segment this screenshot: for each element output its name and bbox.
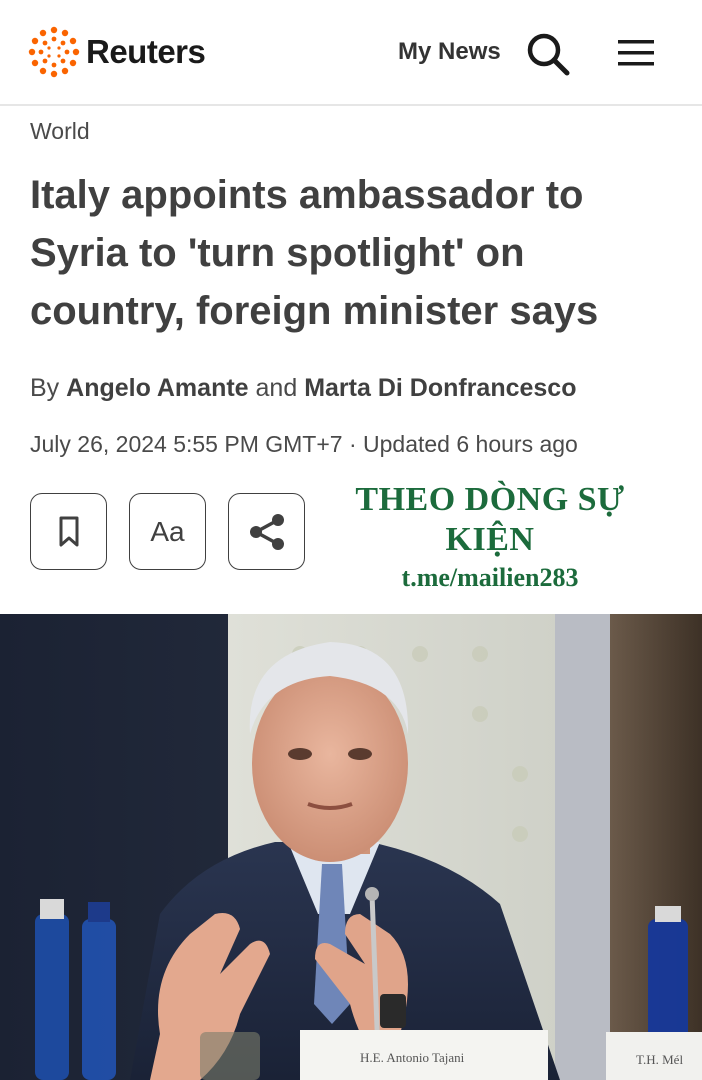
watermark-line-2: t.me/mailien283 (401, 563, 579, 592)
byline-conjunction: and (255, 374, 298, 402)
nameplate-left-text: H.E. Antonio Tajani (360, 1050, 465, 1065)
share-button[interactable] (228, 493, 305, 570)
section-link-world[interactable]: World (30, 118, 90, 145)
author-link-1[interactable]: Angelo Amante (66, 374, 248, 402)
site-header: Reuters My News (0, 0, 702, 106)
search-icon[interactable] (524, 30, 572, 78)
my-news-link[interactable]: My News (398, 38, 501, 66)
article-photo: H.E. Antonio Tajani T.H. Mél (0, 614, 702, 1080)
watermark-line-1: THEO DÒNG SỰ KIỆN (355, 481, 625, 558)
author-link-2[interactable]: Marta Di Donfrancesco (304, 374, 576, 402)
nameplate-right-text: T.H. Mél (636, 1052, 683, 1067)
publish-date: July 26, 2024 5:55 PM GMT+7 · Updated 6 … (30, 431, 578, 457)
photo-minister-speaking: H.E. Antonio Tajani T.H. Mél (0, 614, 702, 1080)
byline-prefix: By (30, 374, 60, 402)
bookmark-button[interactable] (30, 493, 107, 570)
watermark-overlay: THEO DÒNG SỰ KIỆN t.me/mailien283 (310, 480, 670, 596)
article-title: Italy appoints ambassador to Syria to 't… (30, 173, 599, 333)
reuters-logo[interactable]: Reuters (28, 26, 206, 78)
share-icon (249, 513, 284, 550)
logo-text: Reuters (86, 33, 206, 70)
text-size-button[interactable]: Aa (129, 493, 206, 570)
text-size-label: Aa (150, 515, 185, 547)
reuters-logo-icon (28, 26, 80, 78)
byline: By Angelo Amante and Marta Di Donfrances… (30, 374, 576, 403)
bookmark-icon (59, 516, 78, 546)
hamburger-menu-icon[interactable] (614, 32, 658, 74)
